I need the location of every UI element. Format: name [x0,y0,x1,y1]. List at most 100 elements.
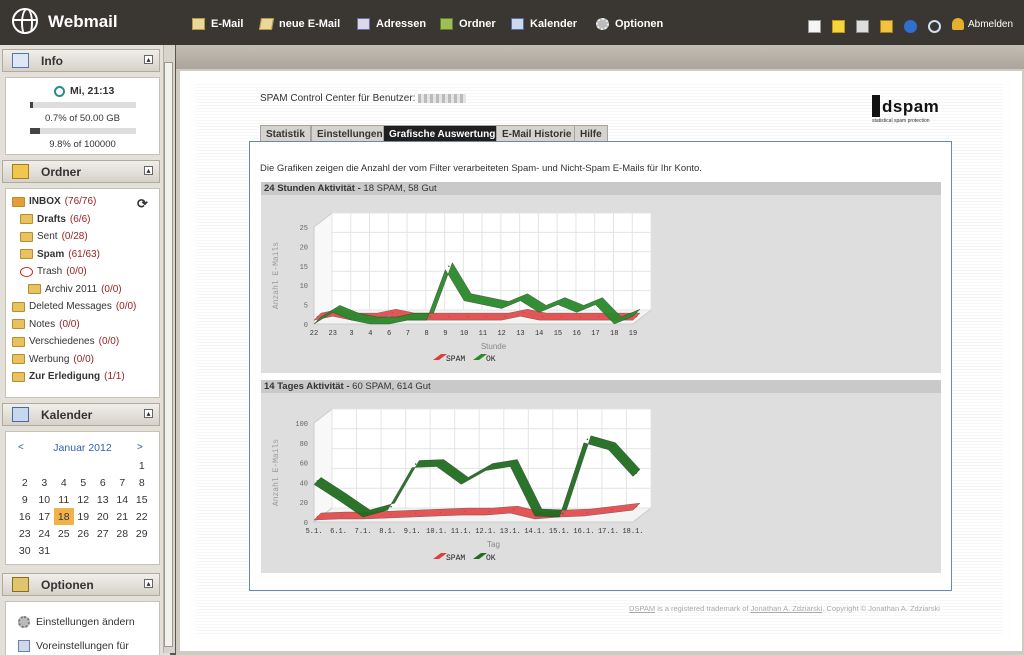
calendar-day[interactable]: 2 [15,474,35,491]
calendar-panel-header[interactable]: Kalender ▴ [2,403,160,426]
folder-star-icon[interactable] [880,20,893,33]
y-tick-label: 60 [300,461,308,469]
folder-item[interactable]: Verschiedenes (0/0) [12,336,119,347]
message-quota-bar [30,128,136,134]
calendar-day[interactable]: 25 [54,525,74,542]
calendar-day[interactable]: 16 [15,508,35,525]
folder-icon [20,214,33,224]
legend-label-spam: SPAM [446,554,465,563]
folder-item[interactable]: Deleted Messages (0/0) [12,301,136,312]
calendar-day[interactable]: 7 [113,474,133,491]
calendar-day[interactable]: 28 [113,525,133,542]
x-tick-label: 9.1. [404,528,421,536]
calendar-day[interactable]: 6 [93,474,113,491]
note-icon[interactable] [832,20,845,33]
folder-item[interactable]: Archiv 2011 (0/0) [28,284,122,295]
sidebar-scrollbar-thumb[interactable] [164,62,173,647]
footer-author-link[interactable]: Jonathan A. Zdziarski [751,604,823,613]
calendar-panel-title: Kalender [41,408,93,422]
data-point-spam [448,315,450,318]
calendar-day[interactable]: 22 [132,508,152,525]
folder-item[interactable]: Spam (61/63) [20,249,100,260]
calendar-day[interactable]: 13 [93,491,113,508]
collapse-icon[interactable]: ▴ [144,166,153,175]
dspam-logo-text: dspam [882,97,940,116]
calendar-next-button[interactable]: > [137,442,143,453]
collapse-icon[interactable]: ▴ [144,579,153,588]
chart-14d-title: 14 Tages Aktivität - [264,381,350,392]
collapse-icon[interactable]: ▴ [144,409,153,418]
data-point-spam [391,311,394,314]
calendar-day[interactable]: 10 [35,491,55,508]
calendar-day[interactable]: 11 [54,491,74,508]
printer-icon[interactable] [856,20,869,33]
nav-compose[interactable]: neue E-Mail [258,18,340,30]
calendar-day[interactable]: 3 [35,474,55,491]
options-panel-header[interactable]: Optionen ▴ [2,573,160,596]
nav-options[interactable]: Optionen [596,18,663,30]
options-item-defaults[interactable]: Voreinstellungen für [18,640,129,652]
calendar-day[interactable]: 1 [132,457,152,474]
calendar-day[interactable]: 9 [15,491,35,508]
checklist-icon[interactable] [808,20,821,33]
calendar-day[interactable]: 4 [54,474,74,491]
calendar-day[interactable]: 30 [15,542,35,559]
collapse-icon[interactable]: ▴ [144,55,153,64]
data-point-ok [429,315,431,318]
folder-count: (0/0) [73,353,94,365]
folder-item[interactable]: Zur Erledigung (1/1) [12,371,125,382]
info-panel-header[interactable]: Info ▴ [2,49,160,72]
calendar-day[interactable]: 14 [113,491,133,508]
x-tick-label: 13.1. [500,528,521,536]
x-tick-label: 6.1. [330,528,347,536]
calendar-day[interactable]: 21 [113,508,133,525]
dspam-logo-bar [872,95,880,117]
folder-item[interactable]: INBOX (76/76) [12,196,96,207]
footer-dspam-link[interactable]: DSPAM [629,604,655,613]
data-point-ok [635,311,638,314]
globe-logo-icon [12,8,38,34]
calendar-day[interactable]: 19 [74,508,94,525]
folder-item[interactable]: Drafts (6/6) [20,214,90,225]
folder-item[interactable]: Notes (0/0) [12,319,80,330]
data-point-spam [635,505,638,508]
nav-addresses[interactable]: Adressen [357,18,426,30]
calendar-day[interactable]: 15 [132,491,152,508]
calendar-week: 2345678 [15,474,152,491]
folder-item[interactable]: Werbung (0/0) [12,354,94,365]
nav-calendar[interactable]: Kalender [511,18,577,30]
folder-item[interactable]: Sent (0/28) [20,231,88,242]
calendar-day[interactable]: 12 [74,491,94,508]
calendar-day[interactable]: 26 [74,525,94,542]
calendar-day[interactable]: 31 [35,542,55,559]
x-tick-label: 12.1. [475,528,496,536]
folder-item[interactable]: Trash (0/0) [20,266,87,277]
folders-panel-header[interactable]: Ordner ▴ [2,160,160,183]
logout-button[interactable]: Abmelden [952,18,1013,30]
logout-label: Abmelden [968,18,1014,30]
calendar-day[interactable]: 27 [93,525,113,542]
calendar-day[interactable]: 23 [15,525,35,542]
options-item-settings[interactable]: Einstellungen ändern [18,616,135,628]
calendar-empty-cell [93,457,113,474]
calendar-day[interactable]: 18 [54,508,74,525]
x-tick-label: 11 [479,330,487,338]
nav-folders[interactable]: Ordner [440,18,496,30]
calendar-day[interactable]: 5 [74,474,94,491]
inbox-icon [12,196,25,207]
calendar-week: 23 24 25 26 27 28 29 [15,525,152,542]
folder-icon [12,301,25,312]
folder-name: Zur Erledigung [29,371,101,382]
help-icon[interactable] [904,20,917,33]
folder-name: Spam [37,248,65,260]
refresh-icon[interactable]: ⟳ [137,197,148,210]
calendar-day[interactable]: 8 [132,474,152,491]
calendar-day[interactable]: 24 [35,525,55,542]
nav-email[interactable]: E-Mail [192,18,243,30]
x-tick-label: 7 [406,330,410,338]
calendar-day[interactable]: 29 [132,525,152,542]
calendar-day[interactable]: 20 [93,508,113,525]
calendar-day[interactable]: 17 [35,508,55,525]
search-icon[interactable] [928,20,941,33]
y-tick-label: 40 [300,480,308,488]
